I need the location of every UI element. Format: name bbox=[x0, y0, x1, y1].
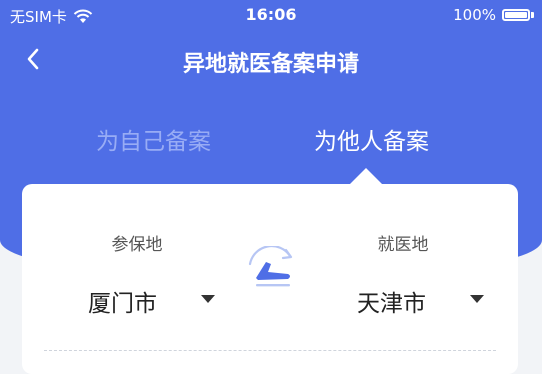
insured-place-value: 厦门市 bbox=[88, 291, 157, 317]
insured-place-label: 参保地 bbox=[111, 235, 163, 255]
dashed-divider bbox=[44, 350, 496, 351]
treatment-place-value: 天津市 bbox=[357, 291, 426, 317]
status-right: 100% bbox=[453, 6, 534, 24]
treatment-place-label: 就医地 bbox=[377, 235, 429, 255]
tab-for-self[interactable]: 为自己备案 bbox=[96, 122, 211, 156]
insured-place-select[interactable]: 厦门市 bbox=[88, 284, 157, 318]
flight-switch-icon[interactable] bbox=[244, 246, 298, 290]
battery-nub bbox=[531, 12, 534, 18]
tab-bar: 为自己备案 为他人备案 bbox=[0, 122, 542, 162]
page-title: 异地就医备案申请 bbox=[182, 52, 359, 77]
battery-icon bbox=[502, 9, 530, 21]
nav-bar: 异地就医备案申请 bbox=[0, 40, 542, 80]
treatment-place-select[interactable]: 天津市 bbox=[357, 284, 426, 318]
treatment-place-caret-icon bbox=[470, 295, 484, 303]
tab-for-others[interactable]: 为他人备案 bbox=[314, 122, 429, 156]
insured-place-caret-icon bbox=[201, 295, 215, 303]
battery-percent: 100% bbox=[453, 6, 496, 24]
insured-place-section: 参保地 bbox=[62, 230, 212, 255]
status-bar: 无SIM卡 16:06 100% bbox=[0, 0, 542, 30]
treatment-place-section: 就医地 bbox=[328, 230, 478, 255]
